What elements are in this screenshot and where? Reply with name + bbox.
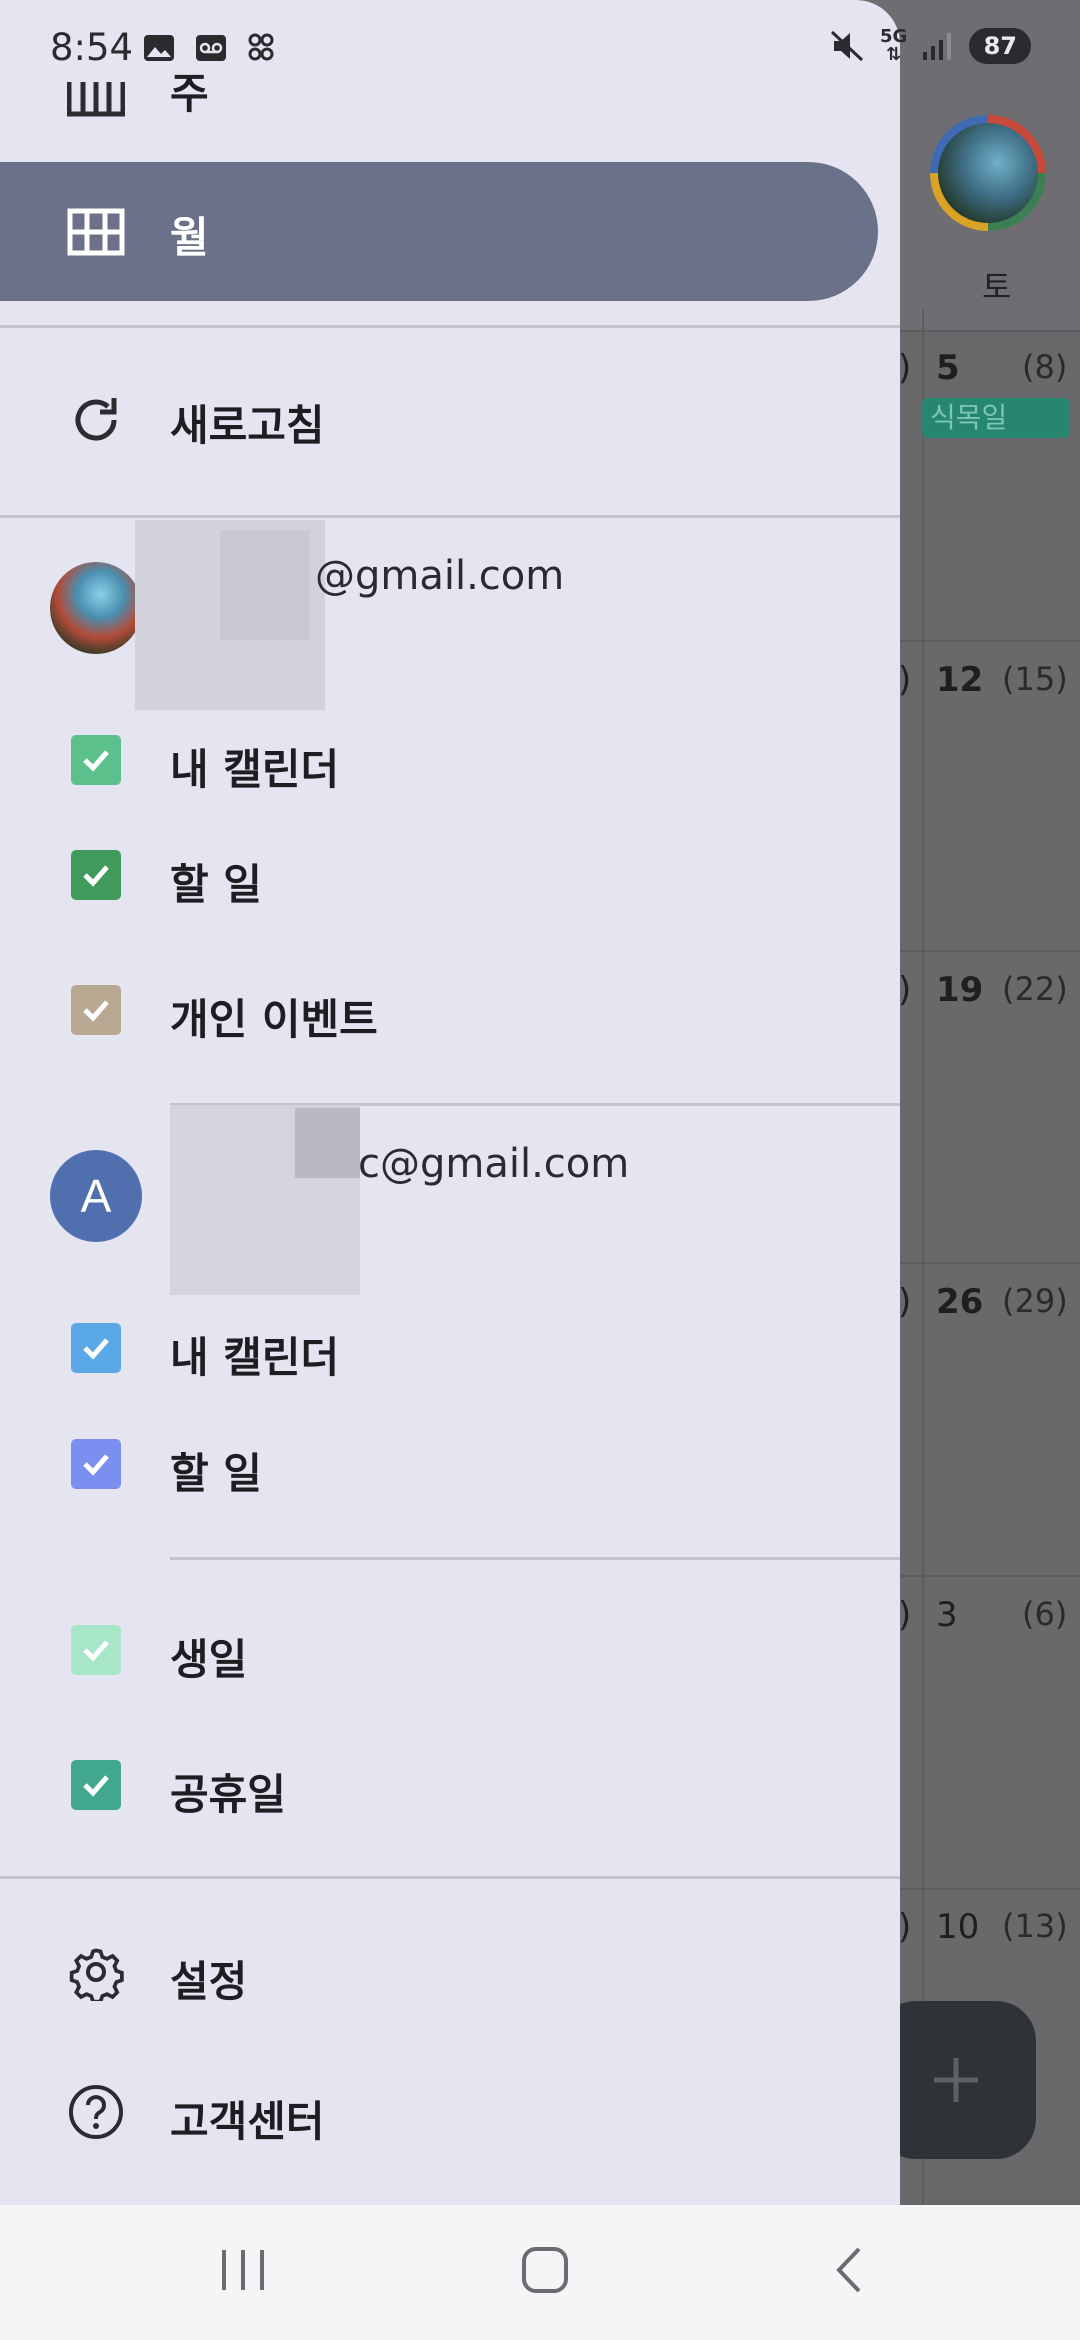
calendar-label: 공휴일 (170, 1770, 286, 1819)
redacted-email-block (295, 1108, 360, 1178)
checkbox[interactable] (71, 850, 121, 900)
check-icon (83, 750, 109, 772)
account-email: @gmail.com (315, 553, 565, 599)
lunar-date: (8) (1022, 348, 1068, 386)
check-icon (83, 1454, 109, 1476)
date-cell[interactable]: 3 (936, 1595, 958, 1635)
date-cell[interactable]: 19 (936, 970, 983, 1010)
network-indicator: 5G ⇅ (880, 28, 907, 64)
calendar-toggle-item[interactable]: 할 일 (0, 1404, 900, 1524)
drawer-item-settings[interactable]: 설정 (0, 1912, 900, 2032)
grid-line (900, 1888, 1080, 1890)
grid-line (900, 640, 1080, 642)
drawer-item-refresh[interactable]: 새로고침 (0, 360, 900, 480)
recent-apps-button[interactable] (198, 2235, 288, 2305)
voicemail-icon (196, 35, 226, 61)
mute-icon (830, 30, 864, 62)
home-icon (522, 2247, 568, 2293)
navigation-bar (0, 2205, 1080, 2340)
grid-line (900, 1575, 1080, 1577)
calendar-toggle-item[interactable]: 생일 (0, 1590, 900, 1710)
calendar-label: 할 일 (170, 860, 262, 909)
drawer-item-label: 설정 (170, 1957, 248, 2006)
avatar-letter: A (80, 1170, 112, 1222)
profile-avatar[interactable] (930, 115, 1046, 231)
battery-indicator: 87 (969, 28, 1032, 64)
checkbox[interactable] (71, 1625, 121, 1675)
back-button[interactable] (804, 2235, 894, 2305)
grid-line (900, 330, 1080, 332)
lunar-date: (15) (1002, 660, 1068, 698)
calendar-toggle-item[interactable]: 개인 이벤트 (0, 950, 900, 1070)
check-icon (83, 1775, 109, 1797)
checkbox[interactable] (71, 1760, 121, 1810)
divider (0, 325, 900, 328)
lunar-date: (29) (1002, 1282, 1068, 1320)
recent-apps-icon (222, 2250, 264, 2290)
drawer-item-label: 월 (170, 213, 209, 262)
date-cell[interactable]: 12 (936, 660, 983, 700)
check-icon (83, 1000, 109, 1022)
checkbox[interactable] (71, 1323, 121, 1373)
lunar-date: (13) (1002, 1907, 1068, 1945)
check-icon (83, 1338, 109, 1360)
calendar-label: 할 일 (170, 1449, 262, 1498)
drawer-item-month[interactable]: 월 (0, 162, 900, 301)
grid-line (922, 310, 924, 2205)
date-cell[interactable]: 10 (936, 1907, 979, 1947)
plus-icon (934, 2058, 978, 2102)
calendar-label: 내 캘린더 (170, 1333, 340, 1382)
calendar-toggle-item[interactable]: 내 캘린더 (0, 700, 900, 820)
signal-icon (923, 33, 952, 60)
checkbox[interactable] (71, 985, 121, 1035)
data-arrows-icon: ⇅ (886, 44, 902, 65)
checkbox[interactable] (71, 1439, 121, 1489)
home-button[interactable] (500, 2235, 590, 2305)
grid-line (900, 1262, 1080, 1264)
redacted-email-block (220, 530, 310, 640)
calendar-label: 생일 (170, 1635, 248, 1684)
event-chip[interactable]: 식목일 (922, 398, 1070, 438)
checkbox[interactable] (71, 735, 121, 785)
day-header-saturday: 토 (982, 268, 1012, 306)
check-icon (83, 1640, 109, 1662)
calendar-toggle-item[interactable]: 공휴일 (0, 1725, 900, 1845)
account-avatar[interactable]: A (50, 1150, 142, 1242)
grid-icon (66, 202, 126, 262)
check-icon (83, 865, 109, 887)
refresh-icon (66, 390, 126, 450)
lunar-date: (22) (1002, 970, 1068, 1008)
calendar-label: 개인 이벤트 (170, 995, 378, 1044)
app-notification-icon (248, 33, 274, 61)
account-email: c@gmail.com (358, 1141, 630, 1187)
grid-line (900, 950, 1080, 952)
divider (0, 1876, 900, 1879)
gear-icon (66, 1942, 126, 2002)
add-event-button[interactable] (876, 2001, 1036, 2159)
lunar-date: (6) (1022, 1595, 1068, 1633)
image-notification-icon (144, 35, 174, 61)
drawer-item-help[interactable]: 고객센터 (0, 2052, 900, 2172)
navigation-drawer: 주 월 새로고침 @gmail.com 내 캘린더 할 일 개인 이벤트 A c… (0, 0, 900, 2205)
date-cell[interactable]: 5 (936, 348, 960, 388)
calendar-label: 내 캘린더 (170, 745, 340, 794)
divider (170, 1557, 900, 1560)
back-icon (836, 2247, 861, 2293)
drawer-item-label: 새로고침 (170, 401, 325, 450)
calendar-toggle-item[interactable]: 할 일 (0, 815, 900, 935)
drawer-item-label: 고객센터 (170, 2097, 325, 2146)
divider (0, 515, 900, 518)
date-cell[interactable]: 26 (936, 1282, 983, 1322)
account-avatar[interactable] (50, 562, 142, 654)
calendar-toggle-item[interactable]: 내 캘린더 (0, 1288, 900, 1408)
help-icon (66, 2082, 126, 2142)
status-time: 8:54 (50, 26, 134, 69)
status-bar: 8:54 5G ⇅ 87 (0, 0, 1080, 100)
